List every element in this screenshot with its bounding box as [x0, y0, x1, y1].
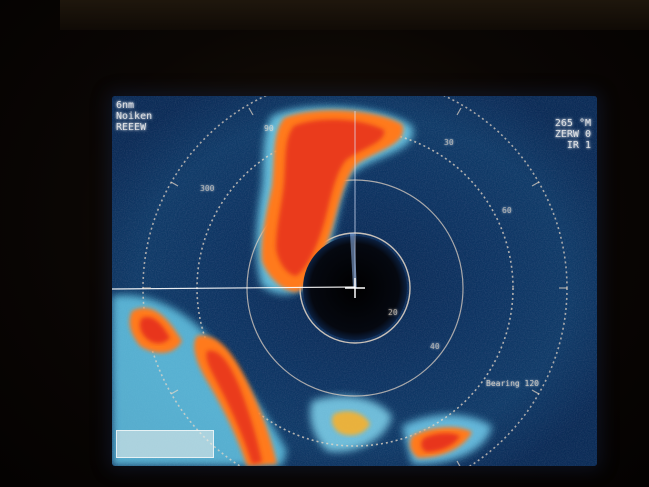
offset-label: ZERW 0: [554, 129, 591, 140]
heading-info-panel: 265 °M ZERW 0 IR 1: [555, 118, 591, 151]
bearing-label: 300: [200, 184, 215, 193]
gain-label: REEEW: [116, 122, 147, 133]
bearing-label: 30: [444, 138, 454, 147]
range-scale: 6nm: [116, 100, 135, 111]
range-ring-label: 20: [388, 308, 398, 317]
heading-readout: 265 °M: [554, 118, 591, 129]
ir-label: IR 1: [566, 140, 591, 151]
photo-of-radar-display: 6nm Noiken REEEW 265 °M ZERW 0 IR 1 30 6…: [0, 0, 649, 487]
device-bezel: [60, 0, 649, 30]
radar-screen: 6nm Noiken REEEW 265 °M ZERW 0 IR 1 30 6…: [112, 96, 597, 466]
range-ring-label: 40: [430, 342, 440, 351]
bearing-readout: Bearing 120: [486, 379, 539, 388]
bearing-label: 90: [264, 124, 274, 133]
range-info-panel: 6nm Noiken REEEW: [116, 100, 152, 133]
status-box: [116, 430, 214, 458]
mode-label: Noiken: [116, 111, 153, 122]
radar-plot: [112, 96, 597, 466]
bearing-label: 60: [502, 206, 512, 215]
